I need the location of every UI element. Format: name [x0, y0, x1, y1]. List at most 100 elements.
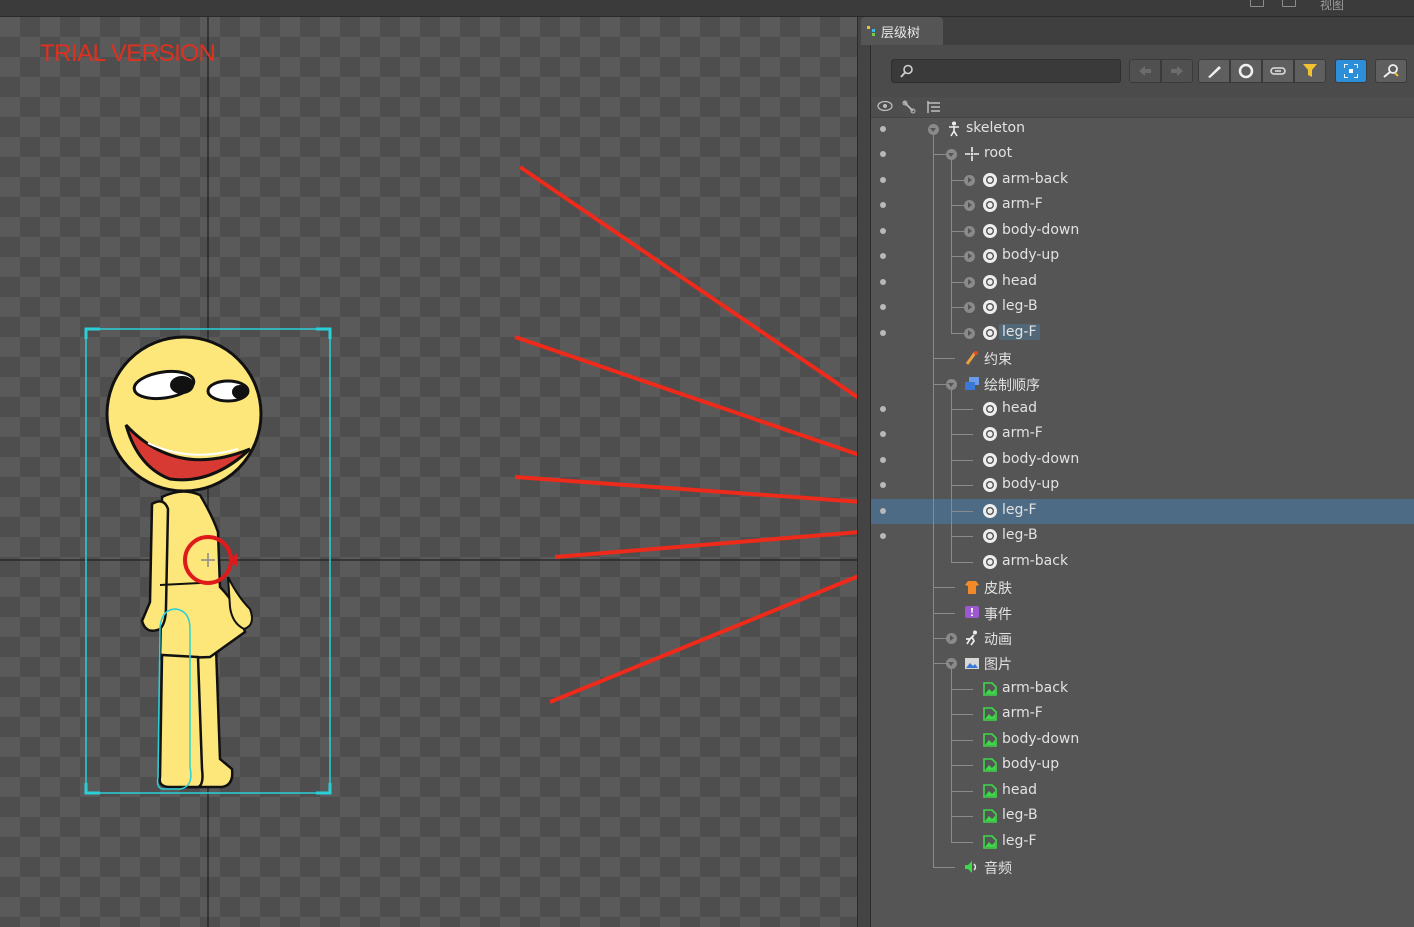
collapse-toggle-icon[interactable]: [945, 378, 957, 390]
visibility-dot[interactable]: [880, 507, 886, 514]
tree-item-label: body-up: [1002, 476, 1060, 493]
tree-row[interactable]: arm-back: [871, 550, 1414, 575]
bone-tool-icon[interactable]: [902, 100, 916, 114]
visibility-dot[interactable]: [880, 227, 886, 234]
expand-toggle-icon[interactable]: [963, 302, 975, 314]
tree-row[interactable]: head: [871, 779, 1414, 804]
hierarchy-tree: skeleton root arm-back arm-F body-down body-u…: [871, 117, 1414, 927]
tree-guide-line: [951, 561, 973, 563]
tree-row[interactable]: 绘制顺序: [871, 372, 1414, 397]
expand-toggle-icon[interactable]: [963, 200, 975, 212]
slot-icon: [982, 172, 998, 188]
visibility-dot[interactable]: [880, 126, 886, 132]
tree-row[interactable]: arm-back: [871, 677, 1414, 702]
tree-row[interactable]: leg-F: [871, 321, 1414, 346]
root-bone-icon: [964, 146, 980, 162]
collapse-toggle-icon[interactable]: [945, 149, 957, 161]
constraint-icon: [964, 350, 980, 366]
slot-icon: [982, 528, 998, 544]
tree-row[interactable]: root: [871, 142, 1414, 167]
visibility-dot[interactable]: [880, 278, 886, 285]
tree-row[interactable]: leg-B: [871, 804, 1414, 829]
event-icon: [964, 605, 980, 621]
expand-toggle-icon[interactable]: [963, 225, 975, 237]
expand-toggle-icon[interactable]: [963, 327, 975, 339]
tree-item-label: body-down: [1002, 221, 1080, 238]
tree-item-label: 约束: [984, 352, 1012, 369]
tree-row[interactable]: arm-F: [871, 422, 1414, 447]
focus-button[interactable]: [1335, 59, 1367, 83]
tree-row[interactable]: 事件: [871, 601, 1414, 626]
tree-guide-line: [951, 669, 952, 842]
tree-row[interactable]: head: [871, 270, 1414, 295]
expand-toggle-icon[interactable]: [963, 251, 975, 263]
show-attachments-button[interactable]: [1262, 59, 1294, 83]
key-search-button[interactable]: [1375, 59, 1407, 83]
visibility-dot[interactable]: [880, 456, 886, 463]
eye-icon[interactable]: [877, 100, 893, 112]
canvas-viewport[interactable]: TRIAL VERSION: [0, 17, 857, 927]
tree-row[interactable]: body-up: [871, 473, 1414, 498]
tree-row[interactable]: 动画: [871, 626, 1414, 651]
search-box[interactable]: [891, 59, 1121, 83]
visibility-dot[interactable]: [880, 482, 886, 489]
tree-row[interactable]: 皮肤: [871, 575, 1414, 600]
show-bones-button[interactable]: [1198, 59, 1230, 83]
tree-guide-line: [951, 688, 973, 690]
arrow-5: [549, 574, 857, 704]
visibility-dot[interactable]: [880, 405, 886, 412]
panel-splitter[interactable]: [857, 17, 871, 927]
tree-row[interactable]: body-down: [871, 448, 1414, 473]
image-file-icon: [982, 834, 998, 850]
collapse-toggle-icon[interactable]: [945, 658, 957, 670]
visibility-dot[interactable]: [880, 202, 886, 209]
tree-row[interactable]: head: [871, 397, 1414, 422]
collapse-toggle-icon[interactable]: [927, 124, 939, 135]
tree-row[interactable]: 约束: [871, 346, 1414, 371]
visibility-dot[interactable]: [880, 431, 886, 438]
visibility-dot[interactable]: [880, 176, 886, 183]
tree-item-label: arm-back: [1002, 552, 1069, 569]
tree-row[interactable]: leg-B: [871, 524, 1414, 549]
image-file-icon: [982, 757, 998, 773]
tree-list-icon[interactable]: [927, 100, 941, 114]
tree-row[interactable]: leg-F: [871, 830, 1414, 855]
search-input[interactable]: [920, 62, 1119, 82]
tree-row[interactable]: leg-F: [871, 498, 1414, 524]
tree-row[interactable]: arm-back: [871, 168, 1414, 193]
tree-row[interactable]: arm-F: [871, 702, 1414, 727]
tree-row[interactable]: skeleton: [871, 117, 1414, 142]
arrow-3: [514, 475, 857, 504]
tree-row[interactable]: arm-F: [871, 193, 1414, 218]
window-icon[interactable]: [1250, 0, 1264, 7]
draw-order-icon: [964, 376, 980, 392]
tree-guide-line: [951, 765, 973, 767]
show-slots-button[interactable]: [1230, 59, 1262, 83]
tree-row[interactable]: body-down: [871, 219, 1414, 244]
visibility-dot[interactable]: [880, 329, 886, 336]
filter-button[interactable]: [1294, 59, 1326, 83]
tree-row[interactable]: body-down: [871, 728, 1414, 753]
tree-row[interactable]: 图片: [871, 651, 1414, 676]
visibility-dot[interactable]: [880, 151, 886, 158]
visibility-dot[interactable]: [880, 304, 886, 311]
visibility-dot[interactable]: [880, 253, 886, 260]
tab-label: 层级树: [881, 26, 921, 41]
tree-row[interactable]: body-up: [871, 244, 1414, 269]
view-menu[interactable]: 视图: [1320, 0, 1344, 13]
visibility-dot[interactable]: [880, 533, 886, 540]
expand-toggle-icon[interactable]: [963, 276, 975, 288]
expand-toggle-icon[interactable]: [963, 174, 975, 186]
tree-item-label: leg-B: [1002, 527, 1038, 544]
tree-item-label: leg-F: [1002, 832, 1037, 849]
image-file-icon: [982, 706, 998, 722]
tree-row[interactable]: 音频: [871, 855, 1414, 880]
tree-row[interactable]: leg-B: [871, 295, 1414, 320]
tree-row[interactable]: body-up: [871, 753, 1414, 778]
forward-button[interactable]: [1161, 59, 1193, 83]
layout-icon[interactable]: [1282, 0, 1296, 7]
scene-canvas[interactable]: [0, 17, 857, 927]
back-button[interactable]: [1129, 59, 1161, 83]
expand-toggle-icon[interactable]: [945, 633, 957, 644]
tab-hierarchy[interactable]: 层级树: [861, 17, 943, 45]
